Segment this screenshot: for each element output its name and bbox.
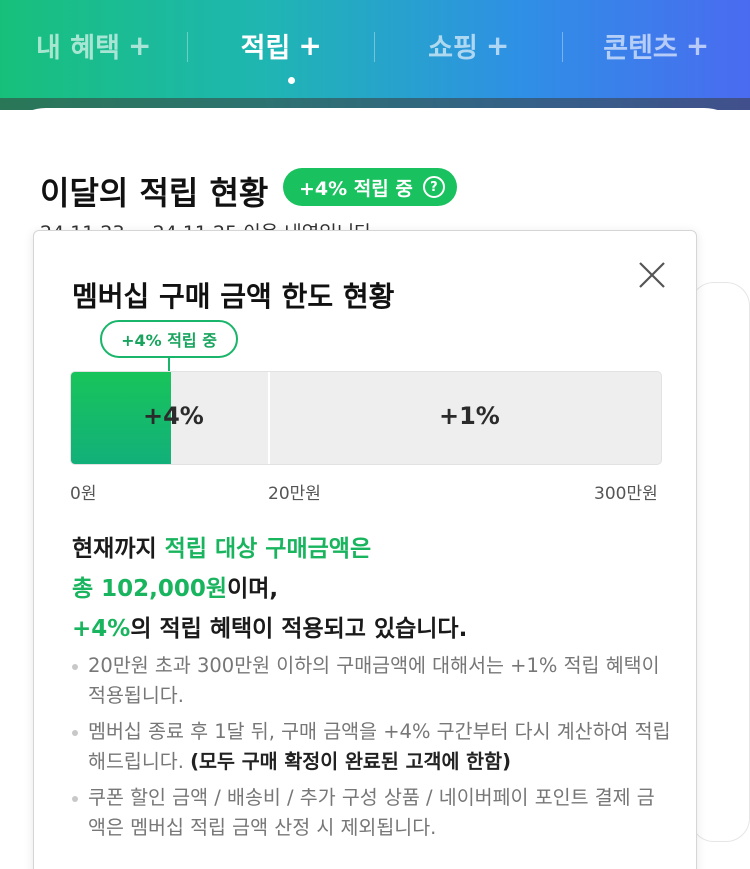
tab-shopping[interactable]: 쇼핑 +: [375, 20, 563, 70]
plus-icon: +: [298, 28, 322, 62]
tab-contents[interactable]: 콘텐츠 +: [563, 20, 750, 70]
summary-text: 현재까지: [72, 536, 165, 562]
tooltip-stem: [168, 357, 170, 371]
modal-title: 멤버십 구매 금액 한도 현황: [72, 280, 395, 313]
current-rate-tooltip: +4% 적립 중: [100, 320, 238, 358]
scale-label-min: 0원: [70, 484, 97, 504]
tab-label: 내 혜택: [36, 32, 120, 64]
summary-text: 이며,: [227, 576, 279, 602]
note-emphasis: (모두 구매 확정이 완료된 고객에 한함): [190, 750, 511, 773]
tab-label: 콘텐츠: [603, 32, 678, 64]
note-item: 쿠폰 할인 금액 / 배송비 / 추가 구성 상품 / 네이버페이 포인트 결제…: [72, 783, 672, 843]
note-item: 20만원 초과 300만원 이하의 구매금액에 대해서는 +1% 적립 혜택이 …: [72, 651, 672, 711]
tab-label: 적립: [240, 32, 291, 64]
close-icon: [639, 262, 665, 288]
tier-divider: [268, 372, 271, 464]
note-text: 20만원 초과 300만원 이하의 구매금액에 대해서는 +1% 적립 혜택이 …: [88, 654, 660, 707]
summary-highlight: 적립 대상 구매금액은: [164, 536, 372, 562]
note-item: 멤버십 종료 후 1달 뒤, 구매 금액을 +4% 구간부터 다시 계산하여 적…: [72, 717, 672, 777]
summary-text: 의 적립 혜택이 적용되고 있습니다.: [130, 616, 468, 642]
top-tabs: 내 혜택 + 적립 + 쇼핑 + 콘텐츠 +: [0, 20, 750, 70]
rate-badge-label: +4% 적립 중: [299, 177, 413, 200]
tier2-label: +1%: [439, 402, 500, 430]
plus-icon: +: [685, 28, 710, 62]
page-title: 이달의 적립 현황: [40, 174, 269, 212]
help-icon[interactable]: ?: [422, 176, 445, 198]
limit-status-modal: 멤버십 구매 금액 한도 현황 +4% 적립 중 +4% +1% 0원 20만원…: [33, 230, 697, 869]
purchase-summary: 현재까지 적립 대상 구매금액은 총 102,000원이며, +4%의 적립 혜…: [72, 529, 672, 649]
rate-badge[interactable]: +4% 적립 중 ?: [283, 168, 457, 206]
tier1-label: +4%: [143, 402, 204, 430]
close-button[interactable]: [632, 255, 672, 295]
background-card: [690, 282, 750, 842]
scale-label-mid: 20만원: [268, 484, 321, 504]
tab-my-benefits[interactable]: 내 혜택 +: [0, 20, 188, 70]
plus-icon: +: [485, 28, 510, 62]
summary-amount: 총 102,000원: [72, 576, 228, 602]
plus-icon: +: [127, 28, 152, 62]
limit-progress-bar: +4% +1%: [70, 371, 662, 465]
active-tab-indicator: [288, 77, 295, 84]
scale-label-max: 300만원: [594, 484, 658, 504]
tab-rewards[interactable]: 적립 +: [188, 20, 375, 70]
note-text: 쿠폰 할인 금액 / 배송비 / 추가 구성 상품 / 네이버페이 포인트 결제…: [88, 786, 655, 839]
notes-list: 20만원 초과 300만원 이하의 구매금액에 대해서는 +1% 적립 혜택이 …: [72, 651, 672, 849]
tab-label: 쇼핑: [428, 32, 478, 64]
summary-rate: +4%: [72, 616, 131, 642]
